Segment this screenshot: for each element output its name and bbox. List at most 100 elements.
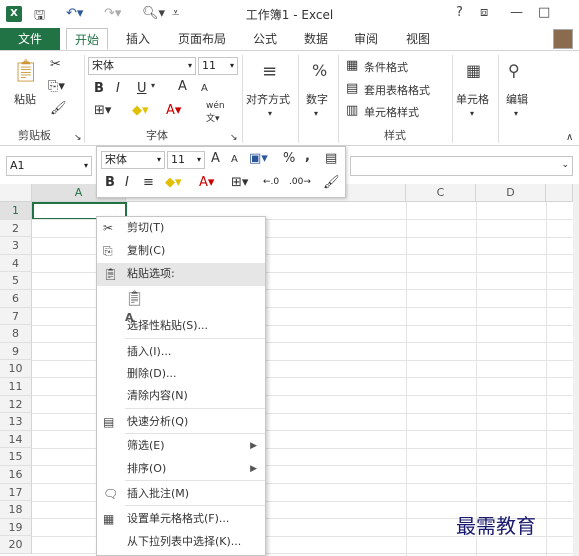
menu-item-format-cells[interactable]: ▦ 设置单元格格式(F)... — [97, 508, 265, 531]
cut-icon[interactable]: ✂ — [50, 57, 61, 72]
row-header[interactable]: 2 — [0, 219, 32, 238]
tab-review[interactable]: 审阅 — [354, 28, 378, 50]
mini-border-icon[interactable]: ⊞▾ — [231, 175, 248, 190]
mini-comma-button[interactable]: , — [305, 149, 310, 164]
font-size-select[interactable]: 11 ▾ — [198, 57, 238, 75]
font-color-icon[interactable]: A▾ — [166, 103, 181, 118]
mini-decrease-decimal-button[interactable]: .00→ — [289, 177, 311, 187]
format-painter-icon[interactable]: 🖌︎ — [50, 101, 67, 116]
tab-data[interactable]: 数据 — [304, 28, 328, 50]
underline-button[interactable]: U — [137, 81, 147, 96]
row-header[interactable]: 18 — [0, 501, 32, 519]
mini-font-size-select[interactable]: 11 ▾ — [167, 151, 205, 169]
conditional-format-button[interactable]: 条件格式 — [364, 59, 408, 75]
row-header[interactable]: 16 — [0, 466, 32, 484]
row-header[interactable]: 15 — [0, 448, 32, 466]
menu-item-pick-from-list[interactable]: 从下拉列表中选择(K)... — [97, 531, 265, 554]
column-header-e[interactable] — [546, 184, 573, 202]
tab-formulas[interactable]: 公式 — [253, 28, 277, 50]
menu-item-cut[interactable]: ✂ 剪切(T) — [97, 217, 265, 240]
row-header[interactable]: 7 — [0, 307, 32, 326]
column-header-d[interactable]: D — [476, 184, 546, 202]
formula-input[interactable]: ⌄ — [350, 156, 573, 176]
alignment-button[interactable]: 对齐方式 — [246, 91, 290, 107]
row-header[interactable]: 4 — [0, 254, 32, 273]
row-header[interactable]: 17 — [0, 483, 32, 502]
mini-format-painter-icon[interactable]: 🖌︎ — [323, 175, 340, 190]
number-format-button[interactable]: 数字 — [306, 91, 328, 107]
menu-item-insert[interactable]: 插入(I)... — [97, 341, 265, 364]
name-box[interactable]: A1 ▾ — [6, 156, 92, 176]
fill-color-icon[interactable]: ◆▾ — [132, 103, 149, 118]
copy-icon[interactable]: ⎘▾ — [48, 79, 65, 94]
row-header[interactable]: 13 — [0, 413, 32, 431]
menu-item-delete[interactable]: 删除(D)... — [97, 363, 265, 386]
collapse-ribbon-icon[interactable]: ∧ — [566, 132, 573, 143]
tab-file[interactable]: 文件 — [0, 28, 60, 50]
column-header-c[interactable]: C — [406, 184, 476, 202]
tab-page-layout[interactable]: 页面布局 — [178, 28, 226, 50]
mini-center-icon[interactable]: ≡ — [143, 175, 154, 190]
mini-italic-button[interactable]: I — [125, 175, 129, 190]
menu-item-clear-contents[interactable]: 清除内容(N) — [97, 385, 265, 408]
row-header[interactable]: 20 — [0, 536, 32, 554]
mini-font-color-icon[interactable]: A▾ — [199, 175, 214, 190]
phonetic-icon[interactable]: wén 文▾ — [206, 101, 225, 124]
row-header[interactable]: 8 — [0, 325, 32, 343]
editing-button[interactable]: 编辑 — [506, 91, 528, 107]
binoculars-icon[interactable]: ⚲ — [508, 61, 520, 80]
dialog-launcher-icon[interactable]: ↘ — [74, 133, 82, 143]
row-header[interactable]: 10 — [0, 360, 32, 378]
mini-bold-button[interactable]: B — [105, 175, 115, 190]
row-header[interactable]: 19 — [0, 518, 32, 537]
row-header[interactable]: 6 — [0, 290, 32, 308]
mini-number-format-icon[interactable]: ▣▾ — [249, 151, 268, 166]
tab-home[interactable]: 开始 — [66, 28, 109, 50]
row-header[interactable]: 12 — [0, 395, 32, 414]
grow-font-button[interactable]: A — [178, 79, 187, 94]
minimize-button[interactable]: — — [510, 5, 523, 20]
menu-item-insert-comment[interactable]: 🗨︎ 插入批注(M) — [97, 483, 265, 506]
maximize-button[interactable]: □ — [538, 5, 550, 20]
mini-fill-color-icon[interactable]: ◆▾ — [165, 175, 182, 190]
mini-increase-decimal-button[interactable]: ←.0 — [263, 177, 279, 187]
shrink-font-button[interactable]: A — [201, 83, 208, 94]
row-header[interactable]: 5 — [0, 272, 32, 290]
ribbon-display-button[interactable]: ⧈ — [480, 5, 488, 20]
cell-styles-button[interactable]: 单元格样式 — [364, 104, 419, 120]
paste-icon[interactable]: 📋︎ — [12, 59, 40, 84]
menu-item-paste-special[interactable]: 选择性粘贴(S)... — [97, 315, 265, 338]
italic-button[interactable]: I — [116, 81, 120, 96]
percent-icon[interactable]: % — [312, 61, 327, 80]
mini-grow-font-button[interactable]: A — [211, 151, 220, 166]
mini-percent-button[interactable]: % — [283, 151, 295, 166]
select-all-corner[interactable] — [0, 184, 32, 202]
bold-button[interactable]: B — [94, 81, 104, 96]
paste-values-icon[interactable]: 📋︎A — [125, 289, 147, 324]
font-dialog-launcher-icon[interactable]: ↘ — [230, 133, 238, 143]
mini-shrink-font-button[interactable]: A — [231, 154, 238, 165]
row-header[interactable]: 9 — [0, 342, 32, 361]
menu-item-filter[interactable]: 筛选(E) ▶ — [97, 435, 265, 458]
help-button[interactable]: ? — [456, 5, 463, 20]
vertical-scrollbar[interactable] — [573, 184, 579, 556]
mini-format-table-icon[interactable]: ▤ — [325, 151, 337, 166]
menu-item-copy[interactable]: ⎘ 复制(C) — [97, 240, 265, 263]
border-icon[interactable]: ⊞▾ — [94, 103, 111, 118]
tab-view[interactable]: 视图 — [406, 28, 430, 50]
align-icon[interactable]: ≡ — [262, 61, 277, 82]
row-header[interactable]: 3 — [0, 237, 32, 255]
menu-item-sort[interactable]: 排序(O) ▶ — [97, 458, 265, 481]
underline-dropdown-icon[interactable]: ▾ — [151, 81, 155, 90]
mini-font-name-select[interactable]: 宋体 ▾ — [101, 151, 165, 169]
row-header[interactable]: 11 — [0, 378, 32, 396]
paste-button[interactable]: 粘贴 — [14, 91, 36, 107]
row-header[interactable]: 1 — [0, 202, 32, 220]
font-name-select[interactable]: 宋体 ▾ — [88, 57, 196, 75]
row-header[interactable]: 14 — [0, 430, 32, 449]
cells-icon[interactable]: ▦ — [466, 61, 481, 80]
menu-item-quick-analysis[interactable]: ▤ 快速分析(Q) — [97, 411, 265, 434]
format-as-table-button[interactable]: 套用表格格式 — [364, 82, 430, 98]
avatar[interactable] — [553, 29, 573, 49]
tab-insert[interactable]: 插入 — [126, 28, 150, 50]
